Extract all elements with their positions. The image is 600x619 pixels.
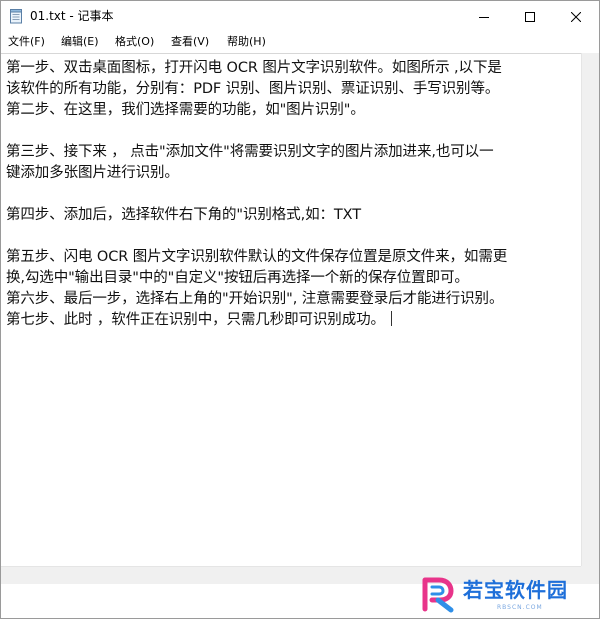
watermark-text: 若宝软件园 bbox=[463, 578, 568, 602]
text-line: 键添加多张图片进行识别。 bbox=[6, 165, 179, 181]
minimize-icon bbox=[479, 16, 489, 18]
minimize-button[interactable] bbox=[461, 1, 507, 32]
watermark-logo bbox=[422, 577, 454, 613]
menu-format[interactable]: 格式(O) bbox=[115, 34, 154, 50]
close-button[interactable] bbox=[553, 1, 599, 32]
text-line-with-caret: 第七步、此时 ，软件正在识别中，只需几秒即可识别成功。 bbox=[6, 310, 392, 330]
maximize-button[interactable] bbox=[507, 1, 553, 32]
watermark-url: RBSCN.COM bbox=[497, 604, 543, 611]
text-line: 第一步、双击桌面图标，打开闪电 OCR 图片文字识别软件。如图所示 ,以下是 bbox=[6, 60, 502, 76]
menu-help[interactable]: 帮助(H) bbox=[227, 34, 266, 50]
text-editor[interactable]: 第一步、双击桌面图标，打开闪电 OCR 图片文字识别软件。如图所示 ,以下是 该… bbox=[1, 53, 581, 567]
window-title: 01.txt - 记事本 bbox=[30, 9, 114, 23]
notepad-window: 01.txt - 记事本 文件(F) 编辑(E) 格式(O) 查看(V) 帮助(… bbox=[0, 0, 600, 619]
text-line: 第四步、添加后，选择软件右下角的"识别格式,如：TXT bbox=[6, 207, 361, 223]
text-line: 第五步、闪电 OCR 图片文字识别软件默认的文件保存位置是原文件来，如需更 bbox=[6, 249, 508, 265]
text-line: 第七步、此时 ，软件正在识别中，只需几秒即可识别成功。 bbox=[6, 312, 385, 328]
text-line: 第二步、在这里，我们选择需要的功能，如"图片识别"。 bbox=[6, 102, 365, 118]
menu-view[interactable]: 查看(V) bbox=[171, 34, 209, 50]
menu-bar: 文件(F) 编辑(E) 格式(O) 查看(V) 帮助(H) bbox=[1, 32, 599, 52]
text-line: 第六步、最后一步，选择右上角的"开始识别", 注意需要登录后才能进行识别。 bbox=[6, 291, 504, 307]
text-line: 该软件的所有功能，分别有：PDF 识别、图片识别、票证识别、手写识别等。 bbox=[6, 81, 500, 97]
title-bar[interactable]: 01.txt - 记事本 bbox=[1, 1, 599, 32]
text-line: 第三步、接下来 ， 点击"添加文件"将需要识别文字的图片添加进来,也可以一 bbox=[6, 144, 494, 160]
vertical-scrollbar[interactable] bbox=[581, 53, 599, 566]
text-line: 换,勾选中"输出目录"中的"自定义"按钮后再选择一个新的保存位置即可。 bbox=[6, 270, 469, 286]
notepad-icon bbox=[10, 9, 22, 24]
text-caret bbox=[390, 311, 392, 326]
menu-edit[interactable]: 编辑(E) bbox=[61, 34, 99, 50]
maximize-icon bbox=[525, 11, 535, 22]
menu-file[interactable]: 文件(F) bbox=[8, 34, 45, 50]
scrollbar-corner bbox=[581, 566, 599, 584]
close-icon bbox=[571, 11, 581, 22]
